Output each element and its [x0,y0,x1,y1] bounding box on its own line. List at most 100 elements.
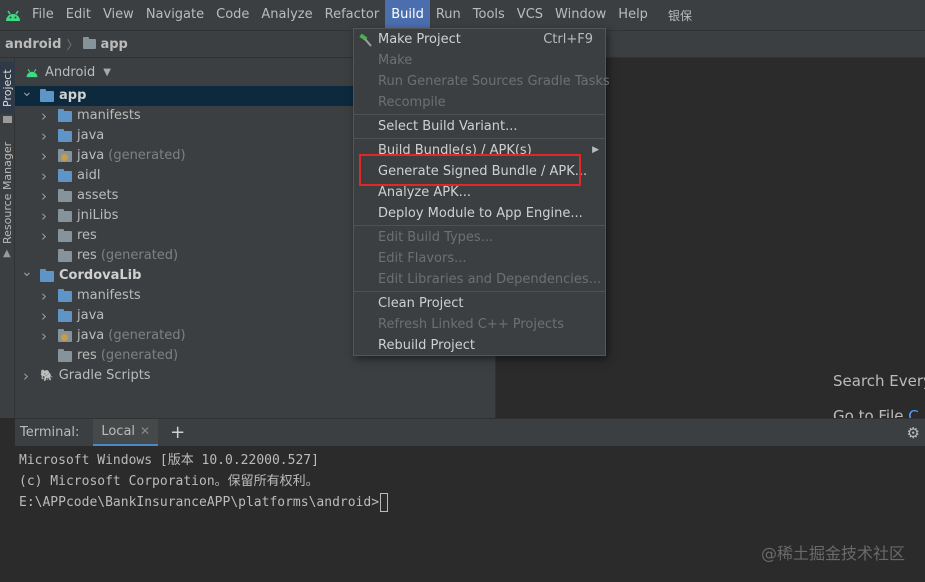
folder-icon [58,288,72,302]
terminal-title: Terminal: [20,425,80,440]
menu-bar: File Edit View Navigate Code Analyze Refactor B… [0,0,925,30]
menu-items: File Edit View Navigate Code Analyze Refactor B… [26,0,654,30]
generated-folder-icon [58,328,72,342]
submenu-arrow-icon: ▶ [592,145,599,155]
goto-file-hint: Go to File C [833,407,919,418]
menu-item-label: Analyze APK... [378,185,472,200]
chevron-right-icon[interactable]: › [39,206,49,226]
menu-item-label: Select Build Variant... [378,119,518,134]
gear-icon[interactable]: ⚙ [907,424,920,442]
gradle-elephant-icon: 🐘 [40,369,54,382]
terminal-prompt-line: E:\APPcode\BankInsuranceAPP\platforms\an… [19,492,921,513]
build-menu-item-refresh-linked-c-projects: Refresh Linked C++ Projects [354,314,605,335]
menu-item-label: Edit Flavors... [378,251,467,266]
resource-icon: ▲ [3,248,11,259]
build-menu-item-edit-flavors: Edit Flavors... [354,248,605,269]
menu-analyze[interactable]: Analyze [255,0,318,30]
menu-item-label: Deploy Module to App Engine... [378,206,583,221]
tree-item-label: manifests [77,108,141,123]
build-menu-dropdown: Make Project Ctrl+F9 Make Run Generate Sour… [353,28,610,356]
menu-item-label: Clean Project [378,296,464,311]
menu-help[interactable]: Help [612,0,654,30]
menu-item-label: Refresh Linked C++ Projects [378,317,565,332]
menu-build[interactable]: Build [385,0,430,30]
chevron-down-icon[interactable]: ⌄ [21,82,33,102]
menu-refactor[interactable]: Refactor [319,0,386,30]
build-menu-item-rebuild-project[interactable]: Rebuild Project [354,335,605,356]
generated-folder-icon [58,148,72,162]
tree-item-label: res [77,248,97,263]
close-icon[interactable]: ✕ [140,424,150,438]
menu-navigate[interactable]: Navigate [140,0,210,30]
menu-item-label: Run Generate Sources Gradle Tasks [378,74,610,89]
chevron-right-icon[interactable]: › [39,106,49,126]
terminal-line: Microsoft Windows [版本 10.0.22000.527] [19,453,319,468]
menu-run[interactable]: Run [430,0,467,30]
chevron-right-icon[interactable]: › [39,286,49,306]
chevron-right-icon[interactable]: › [39,146,49,166]
chevron-right-icon[interactable]: › [39,166,49,186]
add-terminal-icon[interactable]: + [170,419,185,447]
terminal-toolbar: Terminal: Local ✕ + ⚙ [15,418,925,447]
breadcrumb-root[interactable]: android [5,37,61,52]
folder-icon [58,248,72,262]
menu-vcs[interactable]: VCS [511,0,549,30]
menu-file[interactable]: File [26,0,60,30]
tree-item-label: Gradle Scripts [58,368,151,383]
tree-item-suffix: (generated) [108,328,186,343]
folder-icon [3,116,12,123]
resource-manager-tab[interactable]: Resource Manager [0,138,15,248]
folder-icon [58,208,72,222]
tree-item-suffix: (generated) [100,248,179,263]
menu-separator [354,114,605,115]
caret-down-icon: ▼ [103,66,111,78]
library-module-icon [40,268,54,282]
menu-item-label: Recompile [378,95,446,110]
build-menu-item-clean-project[interactable]: Clean Project [354,293,605,314]
tree-item-gradle-scripts[interactable]: › 🐘 Gradle Scripts [15,366,495,386]
chevron-right-icon[interactable]: › [39,226,49,246]
watermark: @稀土掘金技术社区 [760,544,905,563]
build-menu-item-select-build-variant[interactable]: Select Build Variant... [354,116,605,137]
tree-item-label: assets [77,188,119,203]
build-menu-item-deploy-module-to-app-engine[interactable]: Deploy Module to App Engine... [354,203,605,224]
chevron-right-icon[interactable]: › [39,186,49,206]
menu-window[interactable]: Window [549,0,612,30]
hammer-icon [359,33,372,47]
tree-item-label: java [77,128,105,143]
tree-item-label: java [77,148,105,163]
breadcrumb-module[interactable]: app [100,37,127,52]
terminal-line: (c) Microsoft Corporation。保留所有权利。 [19,474,319,489]
tree-item-label: res [77,348,97,363]
search-everywhere-hint: Search Every [833,372,925,390]
chevron-right-icon: 〉 [66,37,79,52]
folder-icon [58,228,72,242]
menu-item-label: Make Project [378,32,461,47]
chevron-right-icon[interactable]: › [39,306,49,326]
highlight-annotation-box [359,154,581,186]
menu-view[interactable]: View [97,0,140,30]
shortcut-label: Ctrl+F9 [543,32,593,47]
folder-icon [58,128,72,142]
menu-tools[interactable]: Tools [467,0,511,30]
project-tool-tab[interactable]: Project [0,62,15,114]
terminal-tab-local[interactable]: Local ✕ [93,418,159,447]
menu-separator [354,225,605,226]
folder-icon [58,108,72,122]
build-menu-item-make-project[interactable]: Make Project Ctrl+F9 [354,29,605,50]
android-studio-logo-icon [0,0,26,30]
folder-icon [58,308,72,322]
tree-item-label: java [77,328,105,343]
tree-item-label: jniLibs [77,208,119,223]
build-menu-item-recompile: Recompile [354,92,605,113]
tree-item-label: CordovaLib [59,268,142,283]
chevron-down-icon[interactable]: ⌄ [21,262,33,282]
tree-item-label: app [59,88,87,103]
tree-item-suffix: (generated) [100,348,179,363]
menu-edit[interactable]: Edit [60,0,97,30]
menu-code[interactable]: Code [210,0,255,30]
chevron-right-icon[interactable]: › [39,126,49,146]
chevron-right-icon[interactable]: › [39,326,49,346]
chevron-right-icon[interactable]: › [21,366,31,386]
menu-item-label: Rebuild Project [378,338,476,353]
